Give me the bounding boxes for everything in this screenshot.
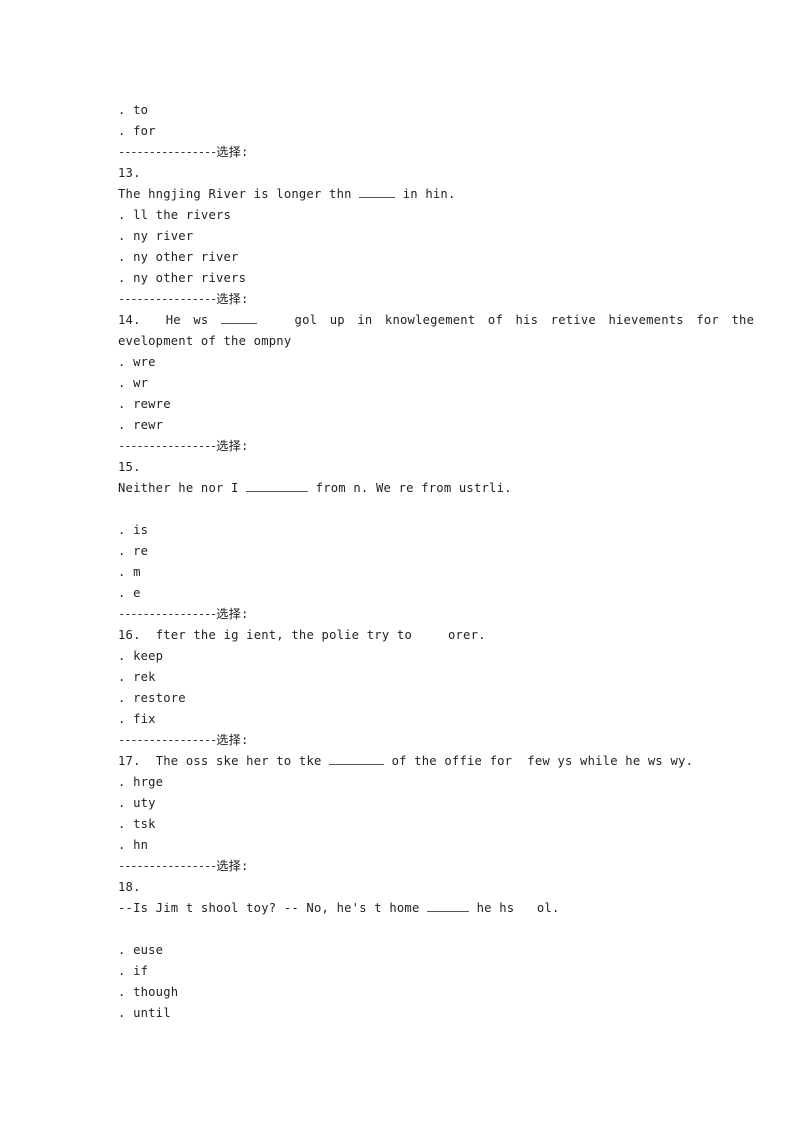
separator-dashes: ---------------- [118,439,217,453]
option: . ny other rivers [118,271,247,285]
option: . ny other river [118,250,239,264]
question-stem: 16. fter the ig ient, the polie try to or… [118,625,698,646]
separator-dashes: ---------------- [118,859,217,873]
answer-separator: ----------------选择: [118,142,698,163]
question-stem: 17. The oss ske her to tke of the offie … [118,751,698,772]
option: . ny river [118,229,194,243]
question-stem-continued: evelopment of the ompny [118,334,292,348]
answer-blank [220,311,257,324]
answer-blank [246,479,309,492]
answer-separator: ----------------选择: [118,436,698,457]
option: . wre [118,355,156,369]
option: . tsk [118,817,156,831]
option: . is [118,523,149,537]
separator-dashes: ---------------- [118,733,217,747]
stem-text: in hin. [395,187,456,201]
stem-text: fter the ig ient, the polie try to [155,628,412,642]
stem-text: The oss ske her to tke [155,754,330,768]
question-number: 17. [118,754,141,768]
option: . though [118,985,179,999]
question-stem: The hngjing River is longer thn in hin. [118,184,698,205]
separator-label: 选择: [216,292,249,306]
answer-separator: ----------------选择: [118,289,698,310]
option: . rewr [118,418,164,432]
question-number: 14. [118,313,141,327]
option: . restore [118,691,186,705]
question-stem: Neither he nor I from n. We re from ustr… [118,478,698,499]
answer-blank [329,752,385,765]
separator-label: 选择: [216,733,249,747]
option: . wr [118,376,149,390]
stem-text: The hngjing River is longer thn [118,187,360,201]
question-stem: --Is Jim t shool toy? -- No, he's t home… [118,898,698,919]
option: . re [118,544,149,558]
stem-text: from n. We re from ustrli. [308,481,512,495]
option: . until [118,1006,171,1020]
option: . uty [118,796,156,810]
option: . hn [118,838,149,852]
question-number: 18. [118,880,141,894]
option: . if [118,964,149,978]
stem-text: --Is Jim t shool toy? -- No, he's t home [118,901,428,915]
document-page: . to . for ----------------选择: 13. The h… [118,100,754,1024]
answer-separator: ----------------选择: [118,856,698,877]
separator-dashes: ---------------- [118,145,217,159]
stem-text: he hs ol. [469,901,560,915]
question-number: 15. [118,460,141,474]
option: . keep [118,649,164,663]
option: . for [118,124,156,138]
option: . m [118,565,141,579]
option: . rek [118,670,156,684]
option: . euse [118,943,164,957]
question-stem: 14. He ws gol up in knowlegement of his … [118,310,754,331]
answer-separator: ----------------选择: [118,730,698,751]
stem-text: Neither he nor I [118,481,247,495]
separator-dashes: ---------------- [118,607,217,621]
option: . ll the rivers [118,208,232,222]
separator-label: 选择: [216,439,249,453]
question-number: 16. [118,628,141,642]
stem-text: orer. [447,628,486,642]
stem-text: of the offie for few ys while he ws wy. [384,754,694,768]
option: . hrge [118,775,164,789]
answer-separator: ----------------选择: [118,604,698,625]
separator-label: 选择: [216,607,249,621]
stem-text: gol up in knowlegement of his retive hie… [282,313,755,327]
answer-blank [427,899,470,912]
option: . rewre [118,397,171,411]
option: . to [118,103,149,117]
separator-label: 选择: [216,859,249,873]
stem-text: He ws [165,313,221,327]
option: . e [118,586,141,600]
option: . fix [118,712,156,726]
separator-dashes: ---------------- [118,292,217,306]
separator-label: 选择: [216,145,249,159]
question-number: 13. [118,166,141,180]
answer-blank [359,185,396,198]
